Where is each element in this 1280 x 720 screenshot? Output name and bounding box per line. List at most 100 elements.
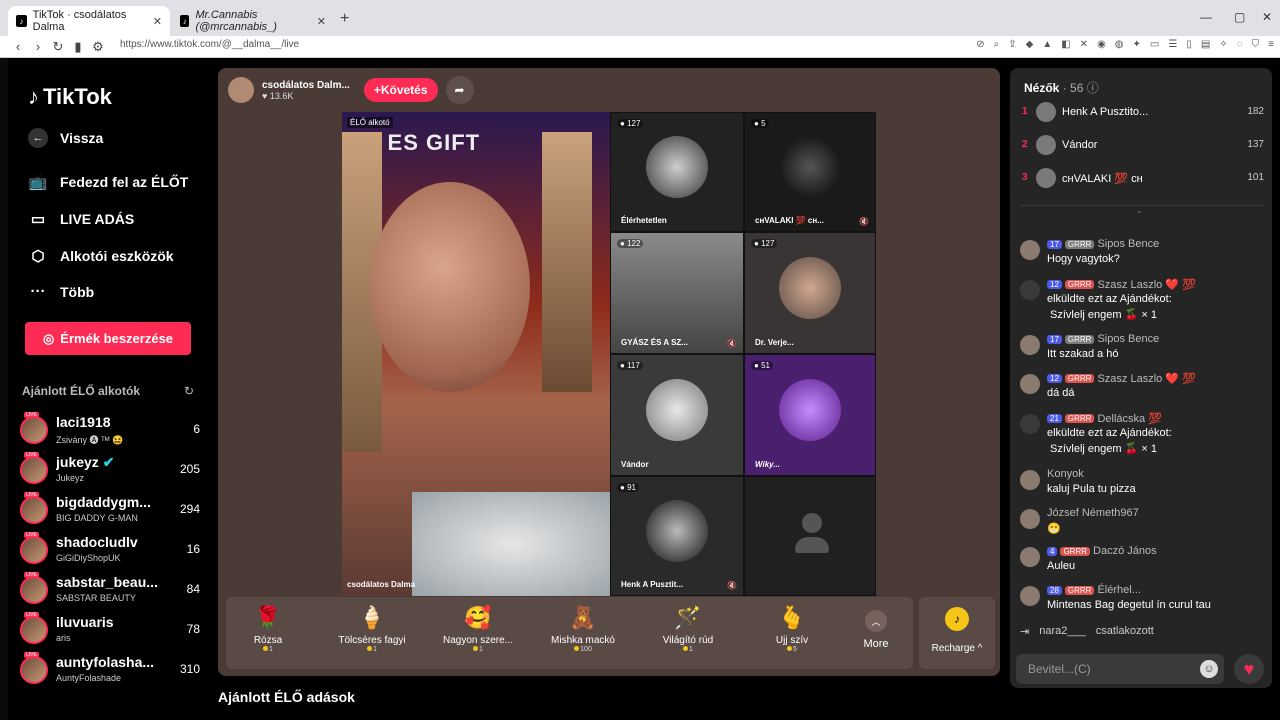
browser-tab-1[interactable]: ♪ TikTok · csodálatos Dalma ✕ xyxy=(8,6,170,36)
chat-username[interactable]: Sipos Bence xyxy=(1097,238,1159,250)
gift-item[interactable]: 🧸 Mishka mackó 100 xyxy=(533,605,633,653)
emoji-icon[interactable]: ☺ xyxy=(1200,660,1218,678)
chat-text: Itt szakad a hó xyxy=(1047,348,1119,360)
translate-icon[interactable]: ⊘ xyxy=(976,39,984,50)
guest-tile[interactable]: ● 5 ᴄʜVALAKI 💯 ᴄʜ... 🔇 xyxy=(744,112,876,232)
extension-icon[interactable]: ✕ xyxy=(1080,39,1088,50)
close-tab-icon[interactable]: ✕ xyxy=(153,15,162,28)
guest-tile[interactable]: ● 117 Vándor xyxy=(610,354,744,476)
avatar[interactable] xyxy=(1020,509,1040,529)
help-icon[interactable]: ⓘ xyxy=(1087,81,1099,95)
creator-item[interactable]: LIVE sabstar_beau... SABSTAR BEAUTY 84 xyxy=(20,572,200,608)
guest-tile[interactable]: ● 51 Wiky... xyxy=(744,354,876,476)
extension-icon[interactable]: ▲ xyxy=(1042,39,1052,50)
chat-username[interactable]: Dellácska 💯 xyxy=(1097,412,1161,425)
top-viewer[interactable]: 3 ᴄʜVALAKI 💯 ᴄʜ 101 xyxy=(1022,168,1264,190)
nav-more[interactable]: ··· Több xyxy=(28,283,95,300)
guest-avatar xyxy=(779,257,841,319)
reload-icon[interactable]: ↻ xyxy=(48,39,68,55)
nav-back[interactable]: ← Vissza xyxy=(28,128,103,148)
wallet-icon[interactable]: ▤ xyxy=(1201,39,1210,50)
gift-item[interactable]: 🍦 Tölcséres fagyi 1 xyxy=(322,605,422,653)
video-grid[interactable]: TIK ES GIFT ÉLŐ alkotó csodálatos Dalma … xyxy=(342,112,876,596)
chat-username[interactable]: József Németh967 xyxy=(1047,507,1139,519)
guest-tile[interactable]: ● 122 GYÁSZ ÉS A SZ... 🔇 xyxy=(610,232,744,354)
maximize-icon[interactable]: ▢ xyxy=(1234,10,1245,24)
minimize-icon[interactable]: — xyxy=(1200,10,1212,24)
host-video-hair xyxy=(542,132,592,392)
brave-shield-icon[interactable]: ◆ xyxy=(1026,39,1034,50)
tiktok-logo[interactable]: ♪ TikTok xyxy=(28,84,112,110)
top-viewer[interactable]: 1 Henk A Pusztito... 182 xyxy=(1022,102,1264,124)
guest-tile[interactable]: ● 127 Dr. Verje... xyxy=(744,232,876,354)
guest-score: ● 5 xyxy=(751,119,769,128)
chat-text: Auleu xyxy=(1047,560,1076,572)
avatar[interactable] xyxy=(1020,240,1040,260)
refresh-icon[interactable]: ↻ xyxy=(184,384,194,398)
share-icon[interactable]: ⇪ xyxy=(1008,39,1016,50)
nav-creator-tools[interactable]: ⬡ Alkotói eszközök xyxy=(28,247,173,265)
bookmark-icon[interactable]: ▮ xyxy=(68,39,88,55)
gift-item[interactable]: 🥰 Nagyon szere... 1 xyxy=(428,605,528,653)
creator-item[interactable]: LIVE laci1918 Zsivány 🅐 ᵀᴹ 😆 6 xyxy=(20,412,200,448)
chat-username[interactable]: Szasz Laszlo ❤️ 💯 xyxy=(1097,278,1195,291)
zoom-icon[interactable]: ⌕ xyxy=(994,39,1000,50)
creator-item[interactable]: LIVE bigdaddygm... BIG DADDY G-MAN 294 xyxy=(20,492,200,528)
avatar[interactable] xyxy=(1020,470,1040,490)
host-camera[interactable]: TIK ES GIFT ÉLŐ alkotó csodálatos Dalma xyxy=(342,112,612,596)
guest-tile[interactable]: ● 127 Élérhetetlen xyxy=(610,112,744,232)
extension-icon[interactable]: ◧ xyxy=(1061,39,1070,50)
extension-icon[interactable]: ◉ xyxy=(1097,39,1106,50)
gift-item[interactable]: 🌹 Rózsa 1 xyxy=(218,605,318,653)
nav-explore-live[interactable]: 📺 Fedezd fel az ÉLŐT xyxy=(28,173,189,191)
avatar[interactable] xyxy=(1020,547,1040,567)
chat-username[interactable]: Daczó János xyxy=(1093,545,1157,557)
creator-item[interactable]: LIVE shadocludlv GiGiDiyShopUK 16 xyxy=(20,532,200,568)
chat-username[interactable]: Sipos Bence xyxy=(1097,333,1159,345)
site-settings-icon[interactable]: ⚙ xyxy=(88,39,108,55)
address-bar[interactable]: https://www.tiktok.com/@__dalma__/live xyxy=(120,39,299,50)
empty-guest-slot[interactable] xyxy=(744,476,876,596)
heart-button[interactable]: ♥ xyxy=(1234,654,1264,684)
sidebar-icon[interactable]: ▯ xyxy=(1186,39,1192,50)
extension-icon[interactable]: ◍ xyxy=(1115,39,1124,50)
menu-icon[interactable]: ≡ xyxy=(1268,39,1274,50)
creator-item[interactable]: LIVE auntyfolasha... AuntyFolashade 310 xyxy=(20,652,200,688)
chat-username[interactable]: Konyok xyxy=(1047,468,1084,480)
forward-icon[interactable]: › xyxy=(28,39,48,54)
get-coins-button[interactable]: ◎ Érmék beszerzése xyxy=(25,322,191,355)
browser-tab-2[interactable]: ♪ Mr.Cannabis (@mrcannabis_) ✕ xyxy=(172,6,334,36)
guest-tile[interactable]: ● 91 Henk A Pusztit... 🔇 xyxy=(610,476,744,596)
avatar[interactable] xyxy=(1020,335,1040,355)
chat-username[interactable]: Szasz Laszlo ❤️ 💯 xyxy=(1097,372,1195,385)
chevron-down-icon[interactable]: ⌄ xyxy=(1136,206,1143,215)
share-button[interactable]: ➦ xyxy=(445,76,474,104)
avatar[interactable] xyxy=(1020,586,1040,606)
extension-icon[interactable]: ▭ xyxy=(1150,39,1159,50)
leo-icon[interactable]: ✧ xyxy=(1219,39,1227,50)
host-info[interactable]: csodálatos Dalm... ♥ 13.6K xyxy=(262,80,350,101)
avatar[interactable] xyxy=(1020,374,1040,394)
host-avatar[interactable] xyxy=(228,77,254,103)
gift-item[interactable]: 🪄 Világító rúd 1 xyxy=(638,605,738,653)
vpn-icon[interactable]: ⛉ xyxy=(1252,39,1260,50)
chat-input[interactable]: Bevitel...(C) xyxy=(1016,654,1224,684)
joined-username[interactable]: nara2___ xyxy=(1039,625,1086,638)
recharge-button[interactable]: ♪ Recharge ^ xyxy=(919,597,995,669)
creator-item[interactable]: LIVE iluvuaris aris 78 xyxy=(20,612,200,648)
nav-go-live[interactable]: ▭ LIVE ADÁS xyxy=(28,210,134,228)
close-tab-icon[interactable]: ✕ xyxy=(317,15,326,28)
chat-username[interactable]: Élérhel... xyxy=(1097,584,1140,596)
more-gifts-button[interactable]: ︿ More xyxy=(860,610,892,660)
back-icon[interactable]: ‹ xyxy=(8,39,28,54)
follow-button[interactable]: +Követés xyxy=(363,78,438,102)
close-window-icon[interactable]: ✕ xyxy=(1262,10,1272,24)
reading-list-icon[interactable]: ☰ xyxy=(1168,39,1177,50)
profile-icon[interactable]: ◌ xyxy=(1237,39,1243,50)
viewer-name: ᴄʜVALAKI 💯 ᴄʜ xyxy=(1062,173,1143,185)
creator-item[interactable]: LIVE jukeyz ✔ Jukeyz 205 xyxy=(20,452,200,488)
gift-item[interactable]: 🫰 Ujj szív 5 xyxy=(742,605,842,653)
new-tab-button[interactable]: + xyxy=(340,10,349,28)
puzzle-icon[interactable]: ✦ xyxy=(1133,39,1141,50)
top-viewer[interactable]: 2 Vándor 137 xyxy=(1022,135,1264,157)
